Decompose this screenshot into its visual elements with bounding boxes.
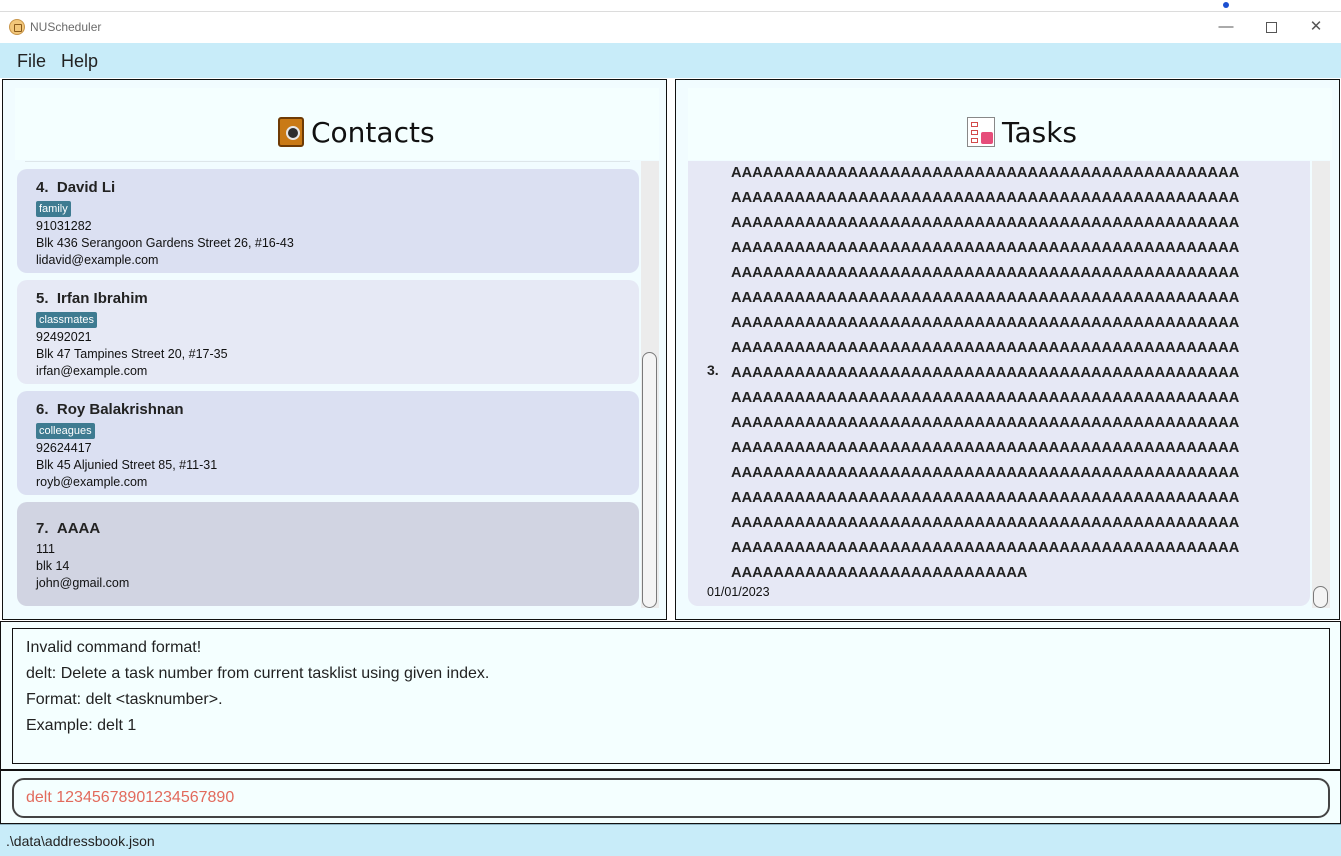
app-icon [9, 19, 25, 35]
contact-email: john@gmail.com [36, 576, 130, 590]
contact-phone: 92492021 [36, 330, 92, 344]
task-text-line: AAAAAAAAAAAAAAAAAAAAAAAAAAAAAAAAAAAAAAAA… [731, 265, 1240, 281]
task-text-line: AAAAAAAAAAAAAAAAAAAAAAAAAAAAAAAAAAAAAAAA… [731, 465, 1240, 481]
contact-email: lidavid@example.com [36, 253, 159, 267]
task-description: AAAAAAAAAAAAAAAAAAAAAAAAAAAAAAAAAAAAAAAA… [731, 161, 1239, 586]
task-text-line: AAAAAAAAAAAAAAAAAAAAAAAAAAAAAAAAAAAAAAAA… [731, 315, 1240, 331]
contact-card[interactable]: 5. Irfan Ibrahim classmates 92492021 Blk… [17, 280, 639, 384]
task-text-line: AAAAAAAAAAAAAAAAAAAAAAAAAAAAAAAAAAAAAAAA… [731, 440, 1240, 456]
task-text-line: AAAAAAAAAAAAAAAAAAAAAAAAAAAAAAAAAAAAAAAA… [731, 240, 1240, 256]
result-line: Invalid command format! [26, 639, 202, 656]
window-title: NUScheduler [30, 20, 102, 34]
result-line: Format: delt <tasknumber>. [26, 691, 223, 708]
task-text-line: AAAAAAAAAAAAAAAAAAAAAAAAAAAAAAAAAAAAAAAA… [731, 390, 1240, 406]
task-index: 3. [707, 362, 719, 378]
task-list-icon [967, 117, 995, 147]
contact-name: 5. Irfan Ibrahim [36, 290, 148, 307]
maximize-button[interactable] [1249, 14, 1293, 40]
contact-email: royb@example.com [36, 475, 148, 489]
menu-help[interactable]: Help [61, 51, 98, 72]
contact-phone: 91031282 [36, 219, 92, 233]
menu-bar: File Help [0, 43, 1341, 78]
title-bar: NUScheduler — ✕ [0, 12, 1341, 43]
app-window: NUScheduler — ✕ File Help Contacts 4. Da… [0, 11, 1341, 856]
contacts-header: Contacts [15, 88, 659, 160]
task-text-line: AAAAAAAAAAAAAAAAAAAAAAAAAAAAAAAAAAAAAAAA… [731, 490, 1240, 506]
result-line: delt: Delete a task number from current … [26, 665, 490, 682]
task-text-line: AAAAAAAAAAAAAAAAAAAAAAAAAAAAAAAAAAAAAAAA… [731, 365, 1240, 381]
tasks-title: Tasks [1002, 116, 1078, 149]
task-text-line: AAAAAAAAAAAAAAAAAAAAAAAAAAAAAAAAAAAAAAAA… [731, 190, 1240, 206]
task-text-line: AAAAAAAAAAAAAAAAAAAAAAAAAAAAAAAAAAAAAAAA… [731, 290, 1240, 306]
command-panel [0, 770, 1341, 824]
result-line: Example: delt 1 [26, 717, 137, 734]
address-book-icon [278, 117, 304, 147]
contact-tag: classmates [36, 312, 98, 328]
contact-name: 4. David Li [36, 179, 116, 196]
task-card[interactable]: 3. AAAAAAAAAAAAAAAAAAAAAAAAAAAAAAAAAAAAA… [688, 161, 1310, 606]
contacts-panel: Contacts 4. David Li family 91031282 Blk… [2, 79, 667, 620]
contact-phone: 92624417 [36, 441, 92, 455]
contact-tag: colleagues [36, 423, 95, 439]
contacts-scrollbar[interactable] [641, 161, 659, 608]
contact-card[interactable]: 4. David Li family 91031282 Blk 436 Sera… [17, 169, 639, 273]
task-text-line: AAAAAAAAAAAAAAAAAAAAAAAAAAAAAAAAAAAAAAAA… [731, 540, 1240, 556]
contacts-scroll-thumb[interactable] [642, 352, 657, 608]
task-date: 01/01/2023 [707, 585, 770, 599]
contacts-list[interactable]: 4. David Li family 91031282 Blk 436 Sera… [15, 161, 640, 606]
task-text-line: AAAAAAAAAAAAAAAAAAAAAAAAAAAA [731, 565, 1028, 581]
task-text-line: AAAAAAAAAAAAAAAAAAAAAAAAAAAAAAAAAAAAAAAA… [731, 415, 1240, 431]
contact-address: Blk 45 Aljunied Street 85, #11-31 [36, 458, 218, 472]
result-display[interactable]: Invalid command format! delt: Delete a t… [12, 628, 1330, 764]
command-input[interactable] [12, 778, 1330, 818]
contact-card[interactable]: 7. AAAA 111 blk 14 john@gmail.com [17, 502, 639, 606]
contact-address: Blk 47 Tampines Street 20, #17-35 [36, 347, 228, 361]
save-location: .\data\addressbook.json [6, 833, 155, 849]
status-bar: .\data\addressbook.json [0, 824, 1341, 856]
contacts-title: Contacts [311, 116, 435, 149]
minimize-button[interactable]: — [1204, 14, 1248, 40]
task-text-line: AAAAAAAAAAAAAAAAAAAAAAAAAAAAAAAAAAAAAAAA… [731, 165, 1240, 181]
contact-card[interactable]: 6. Roy Balakrishnan colleagues 92624417 … [17, 391, 639, 495]
contact-tag: family [36, 201, 71, 217]
contact-phone: 111 [36, 542, 56, 556]
task-text-line: AAAAAAAAAAAAAAAAAAAAAAAAAAAAAAAAAAAAAAAA… [731, 340, 1240, 356]
contact-email: irfan@example.com [36, 364, 148, 378]
indicator-dot [1223, 2, 1229, 8]
maximize-icon [1265, 21, 1277, 33]
contact-name: 7. AAAA [36, 520, 101, 537]
tasks-scroll-thumb[interactable] [1313, 586, 1328, 608]
contact-name: 6. Roy Balakrishnan [36, 401, 184, 418]
task-text-line: AAAAAAAAAAAAAAAAAAAAAAAAAAAAAAAAAAAAAAAA… [731, 515, 1240, 531]
tasks-scrollbar[interactable] [1312, 161, 1330, 608]
close-button[interactable]: ✕ [1294, 14, 1338, 40]
contact-address: Blk 436 Serangoon Gardens Street 26, #16… [36, 236, 294, 250]
contact-address: blk 14 [36, 559, 70, 573]
menu-file[interactable]: File [17, 51, 46, 72]
result-panel: Invalid command format! delt: Delete a t… [0, 621, 1341, 770]
task-text-line: AAAAAAAAAAAAAAAAAAAAAAAAAAAAAAAAAAAAAAAA… [731, 215, 1240, 231]
tasks-header: Tasks [688, 88, 1332, 160]
tasks-panel: Tasks 3. AAAAAAAAAAAAAAAAAAAAAAAAAAAAAAA… [675, 79, 1340, 620]
list-divider [25, 161, 630, 162]
